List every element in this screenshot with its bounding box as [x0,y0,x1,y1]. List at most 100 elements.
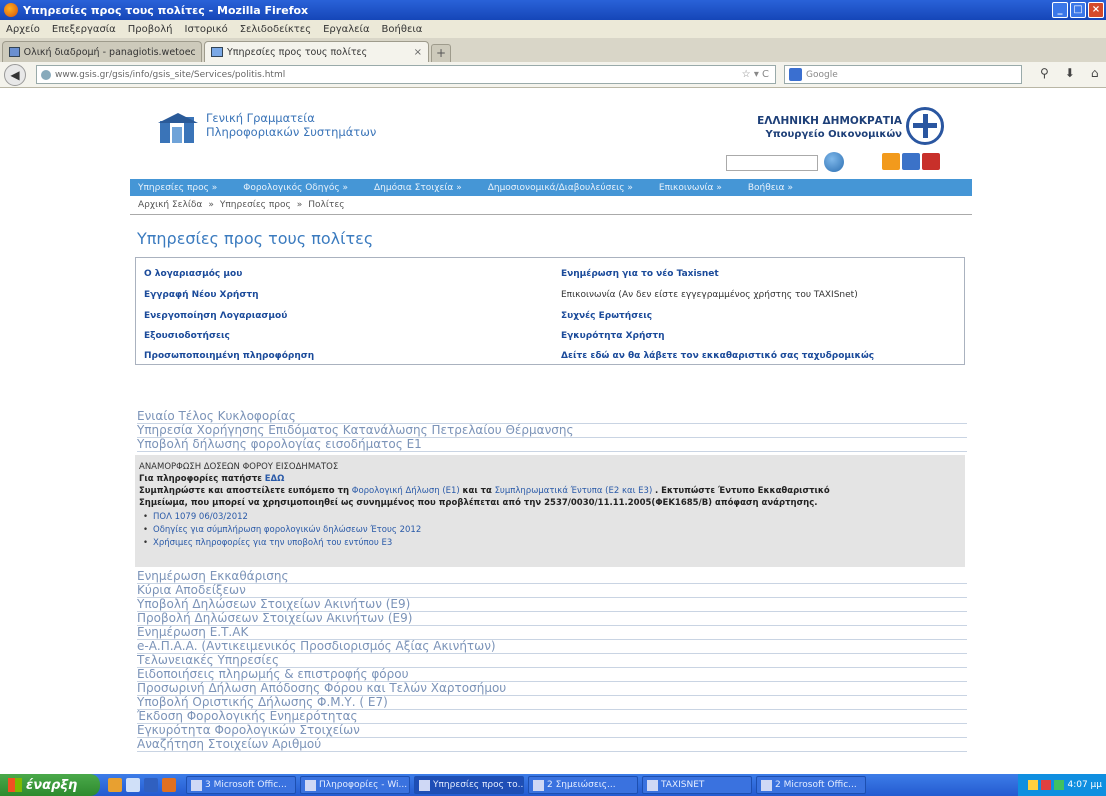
tray-icon[interactable] [1054,780,1065,790]
menu-file[interactable]: Αρχείο [6,24,40,35]
breadcrumb-separator: » [208,200,214,210]
e1-info-link[interactable]: ΕΔΩ [265,474,285,484]
nav-item-tax-guide[interactable]: Φορολογικός Οδηγός » [243,183,348,193]
e1-bullet-link[interactable]: ΠΟΛ 1079 06/03/2012 [139,511,961,524]
page-viewport: Γενική Γραμματεία Πληροφοριακών Συστημάτ… [0,89,1106,774]
service-link[interactable]: e-Α.Π.Α.Α. (Αντικειμενικός Προσδιορισμός… [137,640,967,654]
quicklaunch-icon[interactable] [108,778,122,792]
service-link-register[interactable]: Εγγραφή Νέου Χρήστη [144,290,259,300]
search-icon[interactable]: ⚲ [1040,66,1049,80]
service-link[interactable]: Ενημέρωση Ε.Τ.ΑΚ [137,626,967,640]
breadcrumb-services[interactable]: Υπηρεσίες προς [220,200,291,210]
social-icons [882,153,940,170]
gsis-page: Γενική Γραμματεία Πληροφοριακών Συστημάτ… [130,89,972,774]
e1-form-link[interactable]: Φορολογική Δήλωση (Ε1) [352,486,460,496]
home-icon[interactable]: ⌂ [1091,66,1099,80]
tab-close-icon[interactable]: × [414,47,422,58]
org-name: Γενική Γραμματεία Πληροφοριακών Συστημάτ… [206,111,376,139]
service-link[interactable]: Ειδοποιήσεις πληρωμής & επιστροφής φόρου [137,668,967,682]
taskbar-item[interactable]: TAXISNET [642,776,752,794]
breadcrumb-separator: » [296,200,303,210]
e1-bullet-link[interactable]: Χρήσιμες πληροφορίες για την υποβολή του… [139,537,961,550]
taskbar-item[interactable]: Πληροφορίες - Wi... [300,776,410,794]
nav-item-help[interactable]: Βοήθεια » [748,183,793,193]
back-button[interactable]: ◀ [4,63,26,86]
service-link-my-account[interactable]: Ο λογαριασμός μου [144,269,242,279]
close-button[interactable]: × [1088,2,1104,18]
service-link[interactable]: Έκδοση Φορολογικής Ενημερότητας [137,710,967,724]
tray-icon[interactable] [1028,780,1039,790]
service-link[interactable]: Προσωρινή Δήλωση Απόδοσης Φόρου και Τελώ… [137,682,967,696]
service-link[interactable]: Υπηρεσία Χορήγησης Επιδόματος Κατανάλωση… [137,424,967,438]
taskbar-item[interactable]: 2 Microsoft Offic... [756,776,866,794]
clock[interactable]: 4:07 μμ [1067,780,1102,790]
start-button[interactable]: έναρξη [0,774,100,796]
minimize-button[interactable]: _ [1052,2,1068,18]
service-link-contact[interactable]: Επικοινωνία (Αν δεν είστε εγγεγραμμένος … [561,290,858,300]
nav-item-contact[interactable]: Επικοινωνία » [659,183,722,193]
nav-item-services[interactable]: Υπηρεσίες προς » [138,183,217,193]
service-link[interactable]: Υποβολή δήλωσης φορολογίας εισοδήματος Ε… [137,438,967,452]
service-link[interactable]: Αναζήτηση Στοιχείων Αριθμού [137,738,967,752]
tab-inactive[interactable]: Ολική διαδρομή - panagiotis.wetoecopa... [2,41,202,62]
breadcrumb-home[interactable]: Αρχική Σελίδα [138,200,202,210]
service-link-activate[interactable]: Ενεργοποίηση Λογαριασμού [144,311,287,321]
service-link[interactable]: Ενημέρωση Εκκαθάρισης [137,570,967,584]
greek-emblem-icon [906,107,944,145]
google-icon [789,68,802,81]
menu-tools[interactable]: Εργαλεία [323,24,369,35]
nav-item-consultations[interactable]: Δημοσιονομικά/Διαβουλεύσεις » [488,183,633,193]
rss-icon[interactable] [882,153,900,170]
new-tab-button[interactable]: + [431,44,451,62]
browser-search-input[interactable]: Google [784,65,1022,84]
service-link-personalized-info[interactable]: Προσωποποιημένη πληροφόρηση [144,351,314,361]
toolbar-icons: ⚲ ⬇ ⌂ [1040,66,1098,80]
taskbar-item[interactable]: 2 Σημειώσεις... [528,776,638,794]
service-link[interactable]: Κύρια Αποδείξεων [137,584,967,598]
service-link[interactable]: Υποβολή Δηλώσεων Στοιχείων Ακινήτων (Ε9) [137,598,967,612]
tray-icon[interactable] [1041,780,1052,790]
tab-active[interactable]: Υπηρεσίες προς τους πολίτες × [204,41,429,62]
download-icon[interactable]: ⬇ [1065,66,1075,80]
navigation-bar: ◀ www.gsis.gr/gsis/info/gsis_site/Servic… [0,62,1106,88]
menu-view[interactable]: Προβολή [128,24,173,35]
maximize-button[interactable]: □ [1070,2,1086,18]
menu-help[interactable]: Βοήθεια [382,24,423,35]
breadcrumb: Αρχική Σελίδα » Υπηρεσίες προς » Πολίτες [138,200,344,210]
quicklaunch-icon[interactable] [126,778,140,792]
menu-edit[interactable]: Επεξεργασία [52,24,116,35]
service-link-authorizations[interactable]: Εξουσιοδοτήσεις [144,331,230,341]
youtube-icon[interactable] [922,153,940,170]
service-link[interactable]: Υποβολή Οριστικής Δήλωσης Φ.Μ.Υ. ( Ε7) [137,696,967,710]
e1-para1-a: Συμπληρώστε και αποστείλετε ευπόμεπο τη [139,486,350,496]
e1-supplementary-link[interactable]: Συμπληρωματικά Έντυπα (Ε2 και Ε3) [495,486,653,496]
menu-bookmarks[interactable]: Σελιδοδείκτες [240,24,311,35]
firefox-icon [4,3,18,17]
search-placeholder: Google [806,69,838,80]
e1-bullet-link[interactable]: Οδηγίες για σύμπλήρωση φορολογικών δηλώσ… [139,524,961,537]
service-link-user-validity[interactable]: Εγκυρότητα Χρήστη [561,331,665,341]
service-link-mail-statement[interactable]: Δείτε εδώ αν θα λάβετε τον εκκαθαριστικό… [561,351,874,361]
site-search-button[interactable] [824,152,844,172]
service-link-faq[interactable]: Συχνές Ερωτήσεις [561,311,652,321]
main-navigation: Υπηρεσίες προς » Φορολογικός Οδηγός » Δη… [130,179,972,196]
quicklaunch-icon[interactable] [144,778,158,792]
site-search-input[interactable] [726,155,818,171]
url-bar-controls[interactable]: ☆ ▾ C [742,69,769,80]
menu-history[interactable]: Ιστορικό [185,24,228,35]
tab-label: Υπηρεσίες προς τους πολίτες [227,46,368,58]
taskbar-item[interactable]: 3 Microsoft Offic... [186,776,296,794]
service-links-bottom: Ενημέρωση Εκκαθάρισης Κύρια Αποδείξεων Υ… [137,570,967,752]
tab-bar: Ολική διαδρομή - panagiotis.wetoecopa...… [0,38,1106,62]
service-link[interactable]: Προβολή Δηλώσεων Στοιχείων Ακινήτων (Ε9) [137,612,967,626]
globe-icon [41,69,51,80]
service-link[interactable]: Ενιαίο Τέλος Κυκλοφορίας [137,410,967,424]
service-link[interactable]: Εγκυρότητα Φορολογικών Στοιχείων [137,724,967,738]
quicklaunch-icon[interactable] [162,778,176,792]
taskbar-item-active[interactable]: Υπηρεσίες προς το... [414,776,524,794]
url-bar[interactable]: www.gsis.gr/gsis/info/gsis_site/Services… [36,65,776,84]
service-link[interactable]: Τελωνειακές Υπηρεσίες [137,654,967,668]
nav-item-public-data[interactable]: Δημόσια Στοιχεία » [374,183,462,193]
service-link-taxisnet-news[interactable]: Ενημέρωση για το νέο Taxisnet [561,269,719,279]
facebook-icon[interactable] [902,153,920,170]
